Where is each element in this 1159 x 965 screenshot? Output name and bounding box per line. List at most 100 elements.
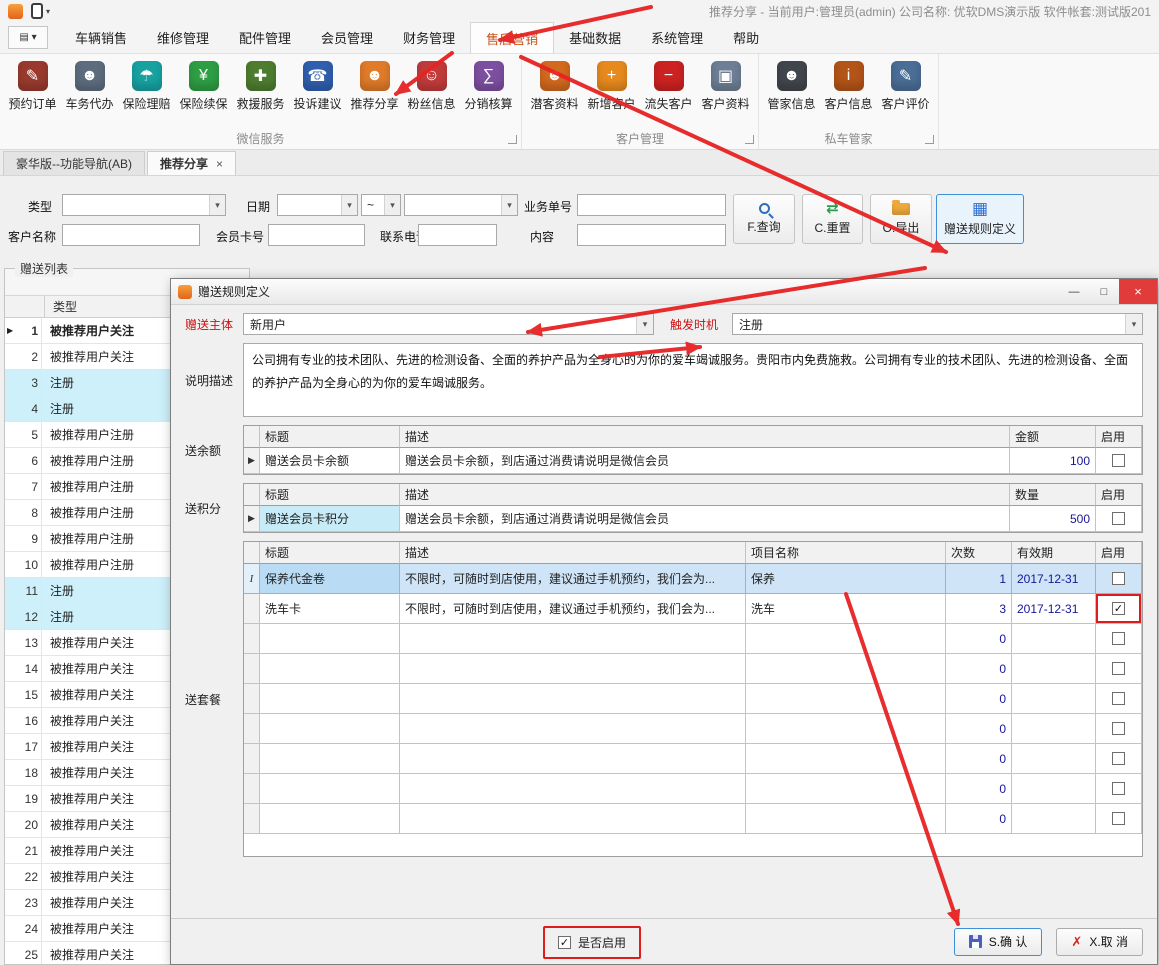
package-count-cell[interactable]: 1	[946, 564, 1012, 594]
ribbon-distribution-accounting-button[interactable]: ∑ 分销核算	[460, 56, 517, 131]
package-enable-checkbox[interactable]	[1112, 692, 1125, 705]
package-enable-cell[interactable]	[1096, 654, 1142, 684]
package-title-cell[interactable]	[260, 624, 400, 654]
phone-input[interactable]	[418, 224, 497, 246]
package-title-cell[interactable]	[260, 774, 400, 804]
package-expiry-cell[interactable]: 2017-12-31	[1012, 594, 1096, 624]
package-desc-cell[interactable]	[400, 654, 746, 684]
package-enable-cell-annotated[interactable]	[1096, 594, 1142, 624]
package-title-cell[interactable]	[260, 714, 400, 744]
points-enable-checkbox[interactable]	[1112, 512, 1125, 525]
package-enable-checkbox[interactable]	[1112, 572, 1125, 585]
menu-vehicle-sales[interactable]: 车辆销售	[60, 22, 142, 53]
ribbon-insurance-claims-button[interactable]: ☂ 保险理赔	[118, 56, 175, 131]
menu-member-management[interactable]: 会员管理	[306, 22, 388, 53]
menu-launcher-button[interactable]: ▤ ▾	[8, 26, 48, 49]
package-expiry-cell[interactable]	[1012, 654, 1096, 684]
package-project-cell[interactable]	[746, 774, 946, 804]
menu-help[interactable]: 帮助	[718, 22, 774, 53]
points-quantity-cell[interactable]: 500	[1010, 506, 1096, 532]
ribbon-customer-files-button[interactable]: ▣ 客户资料	[697, 56, 754, 131]
package-count-cell[interactable]: 0	[946, 624, 1012, 654]
ribbon-fans-info-button[interactable]: ☺ 粉丝信息	[403, 56, 460, 131]
menu-repair-management[interactable]: 维修管理	[142, 22, 224, 53]
package-project-cell[interactable]	[746, 654, 946, 684]
ribbon-appointment-orders-button[interactable]: ✎ 预约订单	[4, 56, 61, 131]
balance-enable-cell[interactable]	[1096, 448, 1142, 474]
ribbon-prospect-info-button[interactable]: ☻ 潜客资料	[526, 56, 583, 131]
package-title-cell[interactable]: 洗车卡	[260, 594, 400, 624]
gift-rules-button[interactable]: ▦ 赠送规则定义	[936, 194, 1024, 244]
package-enable-cell[interactable]	[1096, 804, 1142, 834]
points-desc-cell[interactable]: 赠送会员卡余额，到店通过消费请说明是微信会员	[400, 506, 1010, 532]
package-desc-cell[interactable]: 不限时，可随时到店使用，建议通过手机预约，我们会为...	[400, 594, 746, 624]
package-enable-checkbox[interactable]	[1112, 602, 1125, 615]
ribbon-vehicle-agency-button[interactable]: ☻ 车务代办	[61, 56, 118, 131]
package-project-cell[interactable]	[746, 744, 946, 774]
package-enable-checkbox[interactable]	[1112, 782, 1125, 795]
package-project-cell[interactable]	[746, 714, 946, 744]
menu-system-management[interactable]: 系统管理	[636, 22, 718, 53]
package-expiry-cell[interactable]	[1012, 684, 1096, 714]
description-textarea[interactable]: 公司拥有专业的技术团队、先进的检测设备、全面的养护产品为全身心的为你的爱车竭诚服…	[243, 343, 1143, 417]
package-title-cell[interactable]	[260, 744, 400, 774]
rule-enable-checkbox[interactable]	[558, 936, 571, 949]
package-enable-cell[interactable]	[1096, 624, 1142, 654]
package-project-cell[interactable]	[746, 804, 946, 834]
device-icon[interactable]	[31, 3, 43, 19]
group-dialog-launcher-icon[interactable]	[745, 135, 754, 144]
balance-desc-cell[interactable]: 赠送会员卡余额，到店通过消费请说明是微信会员	[400, 448, 1010, 474]
package-project-cell[interactable]	[746, 624, 946, 654]
date-range-select[interactable]: ~	[361, 194, 401, 216]
package-count-cell[interactable]: 0	[946, 714, 1012, 744]
tab-referral-share[interactable]: 推荐分享 ×	[147, 151, 237, 175]
points-title-cell[interactable]: 赠送会员卡积分	[260, 506, 400, 532]
package-desc-cell[interactable]: 不限时，可随时到店使用，建议通过手机预约，我们会为...	[400, 564, 746, 594]
ribbon-add-customer-button[interactable]: + 新增客户	[583, 56, 640, 131]
export-button[interactable]: O.导出	[870, 194, 932, 244]
reset-button[interactable]: ⇄ C.重置	[802, 194, 863, 244]
package-expiry-cell[interactable]	[1012, 624, 1096, 654]
package-count-cell[interactable]: 0	[946, 684, 1012, 714]
package-enable-checkbox[interactable]	[1112, 662, 1125, 675]
package-expiry-cell[interactable]	[1012, 714, 1096, 744]
balance-amount-cell[interactable]: 100	[1010, 448, 1096, 474]
close-button[interactable]: ×	[1119, 279, 1157, 304]
tab-close-icon[interactable]: ×	[216, 157, 223, 171]
group-dialog-launcher-icon[interactable]	[508, 135, 517, 144]
ribbon-referral-share-button[interactable]: ☻ 推荐分享	[346, 56, 403, 131]
points-enable-cell[interactable]	[1096, 506, 1142, 532]
package-enable-checkbox[interactable]	[1112, 812, 1125, 825]
package-project-cell[interactable]	[746, 684, 946, 714]
package-enable-checkbox[interactable]	[1112, 632, 1125, 645]
package-title-cell[interactable]	[260, 654, 400, 684]
menu-aftersales-marketing[interactable]: 售后营销	[470, 22, 555, 53]
tab-function-navigation[interactable]: 豪华版--功能导航(AB)	[3, 151, 145, 175]
date-from-select[interactable]	[277, 194, 358, 216]
balance-enable-checkbox[interactable]	[1112, 454, 1125, 467]
package-desc-cell[interactable]	[400, 714, 746, 744]
maximize-button[interactable]: □	[1089, 279, 1119, 304]
cancel-button[interactable]: ✗ X.取 消	[1056, 927, 1143, 956]
package-enable-cell[interactable]	[1096, 744, 1142, 774]
package-enable-cell[interactable]	[1096, 684, 1142, 714]
ribbon-lost-customer-button[interactable]: − 流失客户	[640, 56, 697, 131]
package-desc-cell[interactable]	[400, 684, 746, 714]
order-no-input[interactable]	[577, 194, 726, 216]
menu-parts-management[interactable]: 配件管理	[224, 22, 306, 53]
type-select[interactable]	[62, 194, 226, 216]
trigger-time-select[interactable]: 注册	[732, 313, 1143, 335]
member-card-input[interactable]	[268, 224, 365, 246]
group-dialog-launcher-icon[interactable]	[925, 135, 934, 144]
rule-enable-group[interactable]: 是否启用	[543, 926, 642, 959]
package-expiry-cell[interactable]	[1012, 774, 1096, 804]
customer-name-input[interactable]	[62, 224, 200, 246]
package-count-cell[interactable]: 0	[946, 804, 1012, 834]
ribbon-complaints-button[interactable]: ☎ 投诉建议	[289, 56, 346, 131]
minimize-button[interactable]: —	[1059, 279, 1089, 304]
package-expiry-cell[interactable]: 2017-12-31	[1012, 564, 1096, 594]
package-title-cell[interactable]: 保养代金卷	[260, 564, 400, 594]
package-desc-cell[interactable]	[400, 624, 746, 654]
ribbon-customer-info-button[interactable]: i 客户信息	[820, 56, 877, 131]
package-count-cell[interactable]: 0	[946, 654, 1012, 684]
